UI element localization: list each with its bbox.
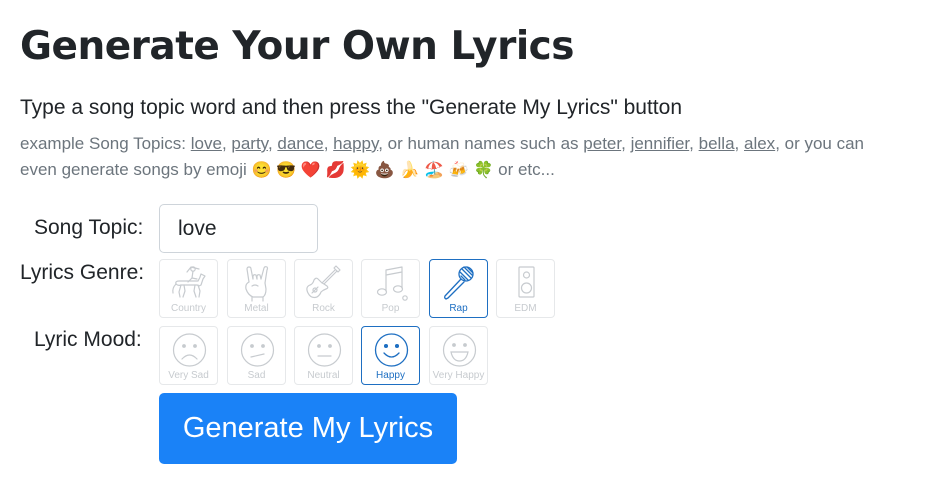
- example-topic-link[interactable]: dance: [277, 134, 323, 153]
- example-emoji[interactable]: 💩: [375, 162, 395, 179]
- example-topic-link[interactable]: happy: [333, 134, 378, 153]
- song-topic-input[interactable]: [159, 204, 318, 253]
- example-emoji[interactable]: 😊: [252, 162, 272, 179]
- instruction-text: Type a song topic word and then press th…: [20, 96, 682, 119]
- example-emoji[interactable]: 🏖️: [424, 162, 444, 179]
- genre-option-rap[interactable]: Rap: [429, 259, 488, 318]
- mood-option-sad[interactable]: Sad: [227, 326, 286, 385]
- examples-names-intro: , or human names such as: [378, 134, 579, 153]
- electric-guitar-icon: [306, 265, 341, 299]
- mood-option-very-sad[interactable]: Very Sad: [159, 326, 218, 385]
- generate-lyrics-button[interactable]: Generate My Lyrics: [159, 393, 457, 464]
- happy-face-icon: [374, 333, 409, 367]
- example-topic-link[interactable]: love: [191, 134, 222, 153]
- lyric-mood-label: Lyric Mood:: [34, 328, 142, 351]
- example-topics: example Song Topics: love, party, dance,…: [20, 134, 865, 179]
- mood-option-happy[interactable]: Happy: [361, 326, 420, 385]
- very-happy-face-icon: [442, 333, 477, 367]
- genre-option-edm[interactable]: EDM: [496, 259, 555, 318]
- mood-option-neutral[interactable]: Neutral: [294, 326, 353, 385]
- example-name-link[interactable]: alex: [744, 134, 775, 153]
- genre-option-label: Rap: [449, 303, 468, 314]
- genre-option-label: Rock: [312, 303, 335, 314]
- page-title: Generate Your Own Lyrics: [20, 24, 575, 69]
- mood-option-label: Neutral: [307, 370, 340, 381]
- genre-option-metal[interactable]: Metal: [227, 259, 286, 318]
- music-note-icon: [376, 266, 408, 301]
- mood-option-label: Sad: [247, 370, 266, 381]
- example-name-link[interactable]: peter: [583, 134, 621, 153]
- example-emoji[interactable]: ❤️: [301, 162, 321, 179]
- neutral-face-icon: [307, 333, 342, 367]
- mood-option-label: Happy: [376, 370, 405, 381]
- song-topic-label: Song Topic:: [34, 216, 144, 239]
- genre-option-country[interactable]: Country: [159, 259, 218, 318]
- examples-etc: or etc...: [498, 160, 555, 179]
- example-name-link[interactable]: jennifier: [631, 134, 690, 153]
- example-emoji[interactable]: 🍻: [449, 162, 469, 179]
- mood-option-label: Very Sad: [168, 370, 209, 381]
- example-topic-link[interactable]: party: [231, 134, 268, 153]
- example-emoji[interactable]: 🍀: [473, 162, 493, 179]
- example-emoji[interactable]: 💋: [326, 162, 346, 179]
- genre-option-pop[interactable]: Pop: [361, 259, 420, 318]
- genre-option-label: Metal: [244, 303, 269, 314]
- example-name-link[interactable]: bella: [699, 134, 735, 153]
- sad-face-icon: [240, 333, 275, 367]
- speaker-icon: [518, 266, 535, 298]
- example-emoji[interactable]: 😎: [276, 162, 296, 179]
- genre-option-label: EDM: [514, 303, 537, 314]
- microphone-icon: [444, 266, 474, 300]
- lyrics-genre-label: Lyrics Genre:: [20, 261, 145, 284]
- genre-option-label: Pop: [381, 303, 400, 314]
- horse-rider-icon: [172, 266, 206, 298]
- example-emoji[interactable]: 🍌: [399, 162, 419, 179]
- mood-option-label: Very Happy: [432, 370, 485, 381]
- example-emoji[interactable]: 🌞: [350, 162, 370, 179]
- mood-option-very-happy[interactable]: Very Happy: [429, 326, 488, 385]
- rock-hand-icon: [245, 266, 269, 302]
- genre-option-label: Country: [170, 303, 206, 314]
- genre-option-rock[interactable]: Rock: [294, 259, 353, 318]
- examples-intro: example Song Topics:: [20, 134, 187, 153]
- very-sad-face-icon: [172, 333, 207, 367]
